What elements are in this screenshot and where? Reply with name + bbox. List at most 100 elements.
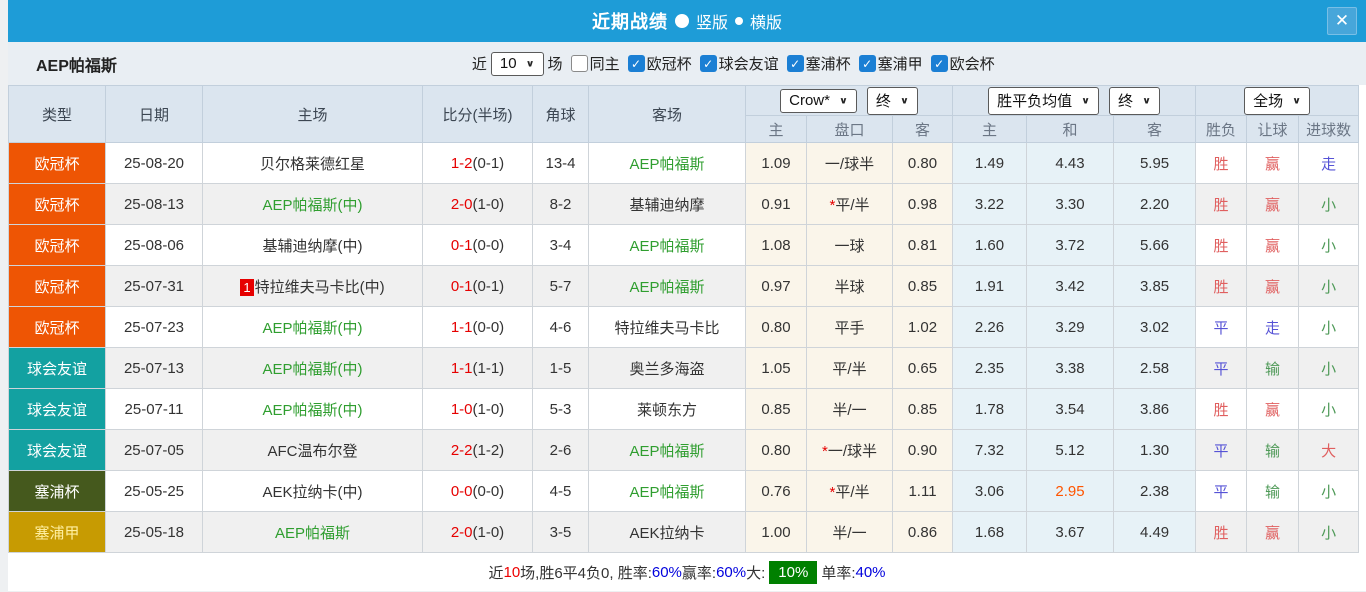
table-row: 欧冠杯 25-08-13 AEP帕福斯(中) 2-0(1-0) 8-2 基辅迪纳摩 0.91… xyxy=(8,183,1360,225)
result-handicap-cell: 走 xyxy=(1246,306,1300,348)
result-handicap-cell: 赢 xyxy=(1246,224,1300,266)
result-goals-cell: 大 xyxy=(1298,429,1360,471)
home-team-cell: AFC温布尔登 xyxy=(202,429,423,471)
away-team-cell: AEP帕福斯 xyxy=(588,470,746,512)
result-goals-cell: 走 xyxy=(1298,142,1360,184)
score-cell: 0-0(0-0) xyxy=(422,470,533,512)
col-header-corner: 角球 xyxy=(532,85,589,143)
away-team-name: AEP帕福斯 xyxy=(629,278,705,296)
away-team-cell: 特拉维夫马卡比 xyxy=(588,306,746,348)
result-wl-cell: 胜 xyxy=(1195,183,1248,225)
league-type-badge: 球会友谊 xyxy=(9,430,105,470)
results-table: 类型 日期 主场 比分(半场) 角球 客场 Crow* ∨ 终 ∨ 胜平负均值 ∨ 终… xyxy=(8,85,1360,553)
avg-away-cell: 5.95 xyxy=(1113,142,1197,184)
summary-segment: 单率: xyxy=(821,565,856,582)
result-goals-cell: 小 xyxy=(1298,265,1360,307)
half-score: (0-0) xyxy=(472,482,505,500)
page-title: 近期战绩 xyxy=(591,12,668,32)
avg-draw-cell: 3.29 xyxy=(1026,306,1115,348)
full-score: 2-0 xyxy=(450,195,473,213)
check-icon: ✓ xyxy=(934,56,945,71)
avg-away-cell: 2.58 xyxy=(1113,347,1197,389)
full-score: 1-0 xyxy=(450,400,473,418)
league-checkbox-2[interactable]: ✓ xyxy=(786,55,804,72)
avg-away-cell: 4.49 xyxy=(1113,511,1197,553)
league-checkbox-4[interactable]: ✓ xyxy=(930,55,948,72)
col-header-type: 类型 xyxy=(8,85,106,143)
result-handicap-cell: 输 xyxy=(1246,470,1300,512)
col-header-home: 主场 xyxy=(202,85,423,143)
league-type-badge: 欧冠杯 xyxy=(9,143,105,183)
away-team-name: AEP帕福斯 xyxy=(629,442,705,460)
odds-time-select-2[interactable]: 终 ∨ xyxy=(1109,86,1160,115)
match-date-cell: 25-08-06 xyxy=(105,224,203,266)
radio-vertical-selected-icon[interactable] xyxy=(674,14,689,28)
corner-cell: 4-5 xyxy=(532,470,589,512)
odds-time-select-1[interactable]: 终 ∨ xyxy=(866,86,918,115)
odds-source-select[interactable]: Crow* ∨ xyxy=(780,88,857,113)
handicap-cell: 半/一 xyxy=(806,511,893,553)
score-cell: 2-0(1-0) xyxy=(422,183,533,225)
radio-horizontal-label[interactable]: 横版 xyxy=(750,9,782,33)
avg-draw-cell: 3.67 xyxy=(1026,511,1115,553)
league-type-cell: 塞浦杯 xyxy=(8,470,106,512)
odds-away-cell: 0.86 xyxy=(891,511,954,553)
close-button[interactable]: ✕ xyxy=(1327,7,1357,35)
score-cell: 0-1(0-0) xyxy=(422,224,533,266)
sub-header-avg-away: 客 xyxy=(1113,115,1197,143)
score-cell: 1-1(0-0) xyxy=(422,306,533,348)
handicap-cell: *平/半 xyxy=(806,470,893,512)
league-type-badge: 欧冠杯 xyxy=(9,266,105,306)
away-team-name: 奥兰多海盗 xyxy=(629,360,705,378)
half-score: (1-2) xyxy=(472,441,505,459)
scope-select[interactable]: 全场 ∨ xyxy=(1244,86,1311,115)
home-team-name: AEP帕福斯(中) xyxy=(262,319,363,337)
match-date-cell: 25-05-18 xyxy=(105,511,203,553)
away-team-name: AEP帕福斯 xyxy=(629,237,705,255)
radio-vertical-label[interactable]: 竖版 xyxy=(696,9,728,33)
away-team-cell: AEP帕福斯 xyxy=(588,142,746,184)
odds-home-cell: 1.00 xyxy=(745,511,807,553)
score-cell: 2-0(1-0) xyxy=(422,511,533,553)
half-score: (1-0) xyxy=(472,523,505,541)
hot-star-icon: * xyxy=(821,442,828,460)
home-team-cell: AEP帕福斯(中) xyxy=(202,306,423,348)
away-team-cell: AEP帕福斯 xyxy=(588,429,746,471)
avg-source-select[interactable]: 胜平负均值 ∨ xyxy=(988,86,1100,115)
half-score: (1-1) xyxy=(472,359,505,377)
table-row: 欧冠杯 25-07-23 AEP帕福斯(中) 1-1(0-0) 4-6 特拉维夫马卡比 0.… xyxy=(8,306,1360,348)
league-type-cell: 欧冠杯 xyxy=(8,183,106,225)
col-header-away: 客场 xyxy=(588,85,746,143)
league-checkbox-1[interactable]: ✓ xyxy=(699,55,717,72)
full-score: 0-1 xyxy=(450,236,473,254)
home-team-cell: 基辅迪纳摩(中) xyxy=(202,224,423,266)
hot-star-icon: * xyxy=(829,483,836,501)
full-score: 1-1 xyxy=(450,359,473,377)
odds-away-cell: 1.11 xyxy=(891,470,954,512)
col-header-date: 日期 xyxy=(105,85,203,143)
match-date-cell: 25-07-13 xyxy=(105,347,203,389)
result-handicap-cell: 赢 xyxy=(1246,265,1300,307)
corner-cell: 8-2 xyxy=(532,183,589,225)
match-count-select[interactable]: 10 ∨ xyxy=(490,51,544,76)
check-icon: ✓ xyxy=(862,56,873,71)
result-wl-cell: 胜 xyxy=(1195,265,1248,307)
odds-home-cell: 1.08 xyxy=(745,224,807,266)
odds-home-cell: 0.80 xyxy=(745,429,807,471)
league-type-cell: 欧冠杯 xyxy=(8,265,106,307)
odds-away-cell: 0.81 xyxy=(891,224,954,266)
sub-header-handicap: 盘口 xyxy=(806,115,893,143)
result-goals-cell: 小 xyxy=(1298,511,1360,553)
league-checkbox-0[interactable]: ✓ xyxy=(627,55,645,72)
radio-horizontal-icon[interactable] xyxy=(735,17,743,25)
result-handicap-cell: 输 xyxy=(1246,347,1300,389)
avg-home-cell: 2.26 xyxy=(952,306,1028,348)
full-score: 0-1 xyxy=(450,277,473,295)
league-checkbox-3[interactable]: ✓ xyxy=(858,55,876,72)
home-team-name: 特拉维夫马卡比(中) xyxy=(254,278,385,296)
avg-home-cell: 1.68 xyxy=(952,511,1028,553)
same-venue-checkbox[interactable] xyxy=(570,55,588,72)
handicap-cell: 半球 xyxy=(806,265,893,307)
league-type-badge: 塞浦杯 xyxy=(9,471,105,511)
corner-cell: 4-6 xyxy=(532,306,589,348)
